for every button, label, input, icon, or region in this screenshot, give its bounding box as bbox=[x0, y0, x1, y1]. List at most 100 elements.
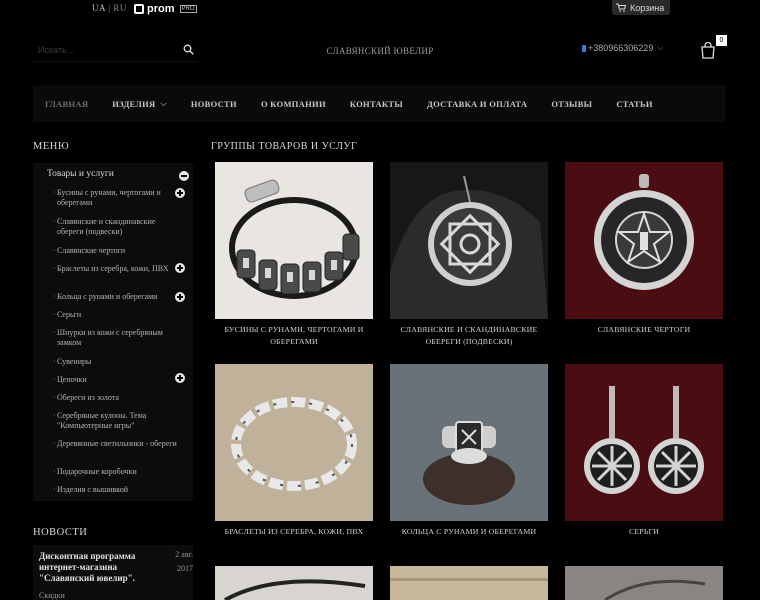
sidebar-item-label: Бусины с рунами, чертогами и оберегами bbox=[57, 188, 161, 207]
sidebar-item[interactable]: · Серебряные кулоны. Тема "Компьютерные и… bbox=[53, 411, 179, 431]
nav-item-delivery[interactable]: ДОСТАВКА И ОПЛАТА bbox=[427, 99, 527, 109]
cart-button-label: Корзина bbox=[630, 2, 665, 13]
phone-dropdown[interactable]: +380966306229 ⌵ bbox=[582, 43, 663, 53]
language-switcher[interactable]: UA | RU bbox=[92, 3, 127, 13]
product-group-title[interactable]: СЛАВЯНСКИЕ ЧЕРТОГИ bbox=[565, 324, 723, 336]
sidebar-heading: МЕНЮ bbox=[33, 141, 70, 152]
cart-icon bbox=[616, 3, 626, 12]
sidebar-item-label: Цепочки bbox=[57, 375, 87, 384]
product-group-card[interactable] bbox=[565, 566, 723, 600]
sidebar-item-label: Славянские и скандинавские обереги (подв… bbox=[57, 217, 156, 236]
bullet-icon: · bbox=[53, 217, 56, 226]
bullet-icon: · bbox=[53, 375, 56, 384]
sidebar-item-label: Шнурки из кожи с серебряным замком bbox=[57, 328, 163, 347]
product-group-title[interactable]: БРАСЛЕТЫ ИЗ СЕРЕБРА, КОЖИ, ПВХ bbox=[215, 526, 373, 538]
product-image[interactable] bbox=[215, 162, 373, 319]
sidebar-item[interactable]: · Серьги bbox=[53, 310, 179, 320]
sidebar-item[interactable]: · Кольца с рунами и оберегами bbox=[53, 292, 179, 302]
mobile-phone-icon bbox=[582, 44, 586, 52]
product-groups-heading: ГРУППЫ ТОВАРОВ И УСЛУГ bbox=[211, 141, 358, 152]
sidebar-item[interactable]: · Славянские чертоги bbox=[53, 246, 179, 256]
main-navigation: ГЛАВНАЯ ИЗДЕЛИЯ ⌵ НОВОСТИ О КОМПАНИИ КОНТ… bbox=[33, 85, 726, 122]
product-image[interactable] bbox=[390, 162, 548, 319]
cart-count-badge: 0 bbox=[716, 35, 727, 46]
bullet-icon: · bbox=[53, 393, 56, 402]
sidebar-item[interactable]: · Деревянные светильники - обереги bbox=[53, 439, 179, 449]
expand-icon[interactable] bbox=[175, 292, 185, 302]
product-group-card[interactable] bbox=[215, 566, 373, 600]
sidebar-item[interactable]: · Цепочки bbox=[53, 375, 179, 385]
product-group-card[interactable]: СЕРЬГИ bbox=[565, 364, 723, 536]
nav-item-home[interactable]: ГЛАВНАЯ bbox=[45, 99, 88, 109]
product-image[interactable] bbox=[390, 364, 548, 521]
product-image[interactable] bbox=[215, 566, 373, 600]
bullet-icon: · bbox=[53, 264, 56, 273]
prom-logo-text: prom bbox=[147, 2, 175, 15]
sidebar-item[interactable]: · Подарочные коробочки bbox=[53, 467, 179, 477]
expand-icon[interactable] bbox=[175, 373, 185, 383]
product-group-title[interactable]: КОЛЬЦА С РУНАМИ И ОБЕРЕГАМИ bbox=[390, 526, 548, 538]
bullet-icon: · bbox=[53, 357, 56, 366]
bullet-icon: · bbox=[53, 411, 56, 420]
sidebar-item[interactable]: · Славянские и скандинавские обереги (под… bbox=[53, 217, 179, 237]
bullet-icon: · bbox=[53, 292, 56, 301]
news-tag[interactable]: Скидки bbox=[39, 591, 65, 600]
prom-pro-badge: PRO bbox=[179, 4, 197, 13]
sidebar-item-label: Сувениры bbox=[57, 357, 92, 366]
bullet-icon: · bbox=[53, 246, 56, 255]
nav-item-about[interactable]: О КОМПАНИИ bbox=[261, 99, 326, 109]
news-title[interactable]: Дисконтная программа интернет-магазина "… bbox=[39, 551, 157, 584]
sidebar-item[interactable]: · Браслеты из серебра, кожи, ПВХ bbox=[53, 264, 179, 274]
product-group-card[interactable]: БУСИНЫ С РУНАМИ, ЧЕРТОГАМИ И ОБЕРЕГАМИ bbox=[215, 162, 373, 346]
phone-number: +380966306229 bbox=[588, 43, 654, 53]
sidebar-item[interactable]: · Бусины с рунами, чертогами и оберегами bbox=[53, 188, 179, 208]
product-group-card[interactable]: КОЛЬЦА С РУНАМИ И ОБЕРЕГАМИ bbox=[390, 364, 548, 536]
bullet-icon: · bbox=[53, 467, 56, 476]
product-image[interactable] bbox=[565, 566, 723, 600]
product-group-card[interactable] bbox=[390, 566, 548, 600]
sidebar-item-label: Славянские чертоги bbox=[57, 246, 126, 255]
sidebar-item-label: Браслеты из серебра, кожи, ПВХ bbox=[57, 264, 169, 273]
nav-item-articles[interactable]: СТАТЬИ bbox=[616, 99, 652, 109]
product-image[interactable] bbox=[215, 364, 373, 521]
shopping-bag-icon[interactable] bbox=[700, 42, 716, 59]
product-group-title[interactable]: БУСИНЫ С РУНАМИ, ЧЕРТОГАМИ И ОБЕРЕГАМИ bbox=[215, 324, 373, 348]
nav-item-products[interactable]: ИЗДЕЛИЯ ⌵ bbox=[112, 99, 167, 109]
product-group-card[interactable]: СЛАВЯНСКИЕ ЧЕРТОГИ bbox=[565, 162, 723, 334]
sidebar-item[interactable]: · Сувениры bbox=[53, 357, 179, 367]
nav-item-news[interactable]: НОВОСТИ bbox=[191, 99, 237, 109]
nav-item-contacts[interactable]: КОНТАКТЫ bbox=[350, 99, 403, 109]
sidebar-root-item[interactable]: Товары и услуги bbox=[47, 169, 114, 179]
expand-icon[interactable] bbox=[175, 188, 185, 198]
product-group-card[interactable]: СЛАВЯНСКИЕ И СКАНДИНАВСКИЕ ОБЕРЕГИ (ПОДВ… bbox=[390, 162, 548, 346]
expand-icon[interactable] bbox=[175, 263, 185, 273]
news-date-day: 2 авг. bbox=[175, 550, 193, 559]
prom-logo-icon bbox=[134, 3, 144, 14]
search-input[interactable]: Искать... bbox=[33, 40, 197, 62]
cart-button[interactable]: Корзина bbox=[612, 0, 670, 15]
lang-ua[interactable]: UA bbox=[92, 3, 106, 13]
prom-logo[interactable]: prom PRO bbox=[134, 2, 197, 15]
product-group-title[interactable]: СЕРЬГИ bbox=[565, 526, 723, 538]
chevron-down-icon: ⌵ bbox=[657, 43, 664, 52]
search-icon[interactable] bbox=[183, 44, 194, 55]
sidebar-item-label: Серьги bbox=[57, 310, 82, 319]
sidebar-item[interactable]: · Изделия с вышивкой bbox=[53, 485, 179, 495]
bullet-icon: · bbox=[53, 310, 56, 319]
nav-item-reviews[interactable]: ОТЗЫВЫ bbox=[551, 99, 592, 109]
top-bar: UA | RU prom PRO Корзина bbox=[0, 0, 760, 18]
sidebar-item[interactable]: · Шнурки из кожи с серебряным замком bbox=[53, 328, 179, 348]
product-group-card[interactable]: БРАСЛЕТЫ ИЗ СЕРЕБРА, КОЖИ, ПВХ bbox=[215, 364, 373, 536]
news-heading: НОВОСТИ bbox=[33, 527, 88, 538]
product-group-title[interactable]: СЛАВЯНСКИЕ И СКАНДИНАВСКИЕ ОБЕРЕГИ (ПОДВ… bbox=[390, 324, 548, 348]
sidebar-menu: Товары и услуги · Бусины с рунами, чертог… bbox=[33, 163, 193, 501]
sidebar-item[interactable]: · Обереги из золота bbox=[53, 393, 179, 403]
product-image[interactable] bbox=[565, 364, 723, 521]
collapse-icon[interactable] bbox=[179, 171, 189, 181]
lang-ru[interactable]: RU bbox=[113, 3, 127, 13]
product-image[interactable] bbox=[390, 566, 548, 600]
product-image[interactable] bbox=[565, 162, 723, 319]
sidebar-item-label: Подарочные коробочки bbox=[57, 467, 137, 476]
site-brand[interactable]: СЛАВЯНСКИЙ ЮВЕЛИР bbox=[300, 46, 460, 56]
lang-separator: | bbox=[108, 3, 111, 13]
